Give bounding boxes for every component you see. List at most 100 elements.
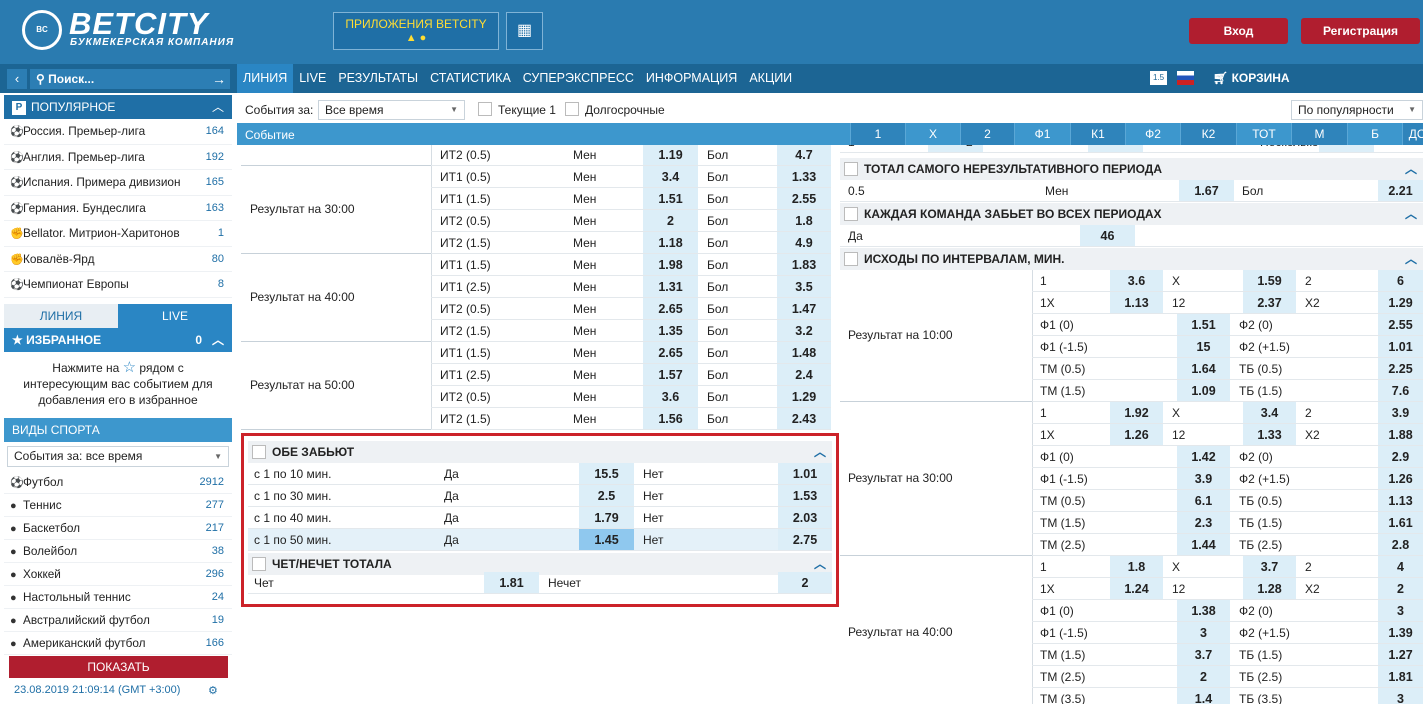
odds-column-header[interactable]: X: [905, 123, 960, 145]
outcome-odds[interactable]: 1.26: [1110, 424, 1163, 445]
chevron-up-icon[interactable]: ︿: [1405, 158, 1417, 180]
over-odds[interactable]: 1.48: [777, 342, 831, 363]
outcome-odds[interactable]: 7.6: [1378, 380, 1423, 401]
outcome-odds[interactable]: 2.8: [1378, 534, 1423, 555]
outcome-odds[interactable]: 3: [1378, 600, 1423, 621]
outcome-odds[interactable]: 2.9: [1378, 446, 1423, 467]
register-button[interactable]: Регистрация: [1301, 18, 1420, 44]
outcome-odds[interactable]: 3.9: [1177, 468, 1230, 489]
total-no-result-header-checkbox[interactable]: [844, 162, 858, 176]
chevron-up-icon[interactable]: ︿: [212, 95, 224, 119]
odds-column-header[interactable]: Ф1: [1014, 123, 1070, 145]
outcome-odds[interactable]: 1.92: [1110, 402, 1163, 423]
outcome-odds[interactable]: 1.8: [1110, 556, 1163, 577]
yes-odds[interactable]: 1.45: [579, 529, 634, 550]
popular-item[interactable]: ⚽Англия. Премьер-лига 192: [4, 145, 232, 170]
sport-item[interactable]: ● Волейбол 38: [4, 540, 232, 563]
odds-column-header[interactable]: ТОТ: [1236, 123, 1291, 145]
calculator-button[interactable]: ▦: [506, 12, 543, 50]
outcome-odds[interactable]: 1.13: [1378, 490, 1423, 511]
outcome-odds[interactable]: 1.29: [1378, 292, 1423, 313]
yes-odds[interactable]: 2.5: [579, 485, 634, 506]
sort-select[interactable]: По популярности ▼: [1291, 100, 1423, 120]
no-odds[interactable]: 2.75: [778, 529, 832, 550]
each-team-header-checkbox[interactable]: [844, 207, 858, 221]
chevron-up-icon[interactable]: ︿: [1405, 203, 1417, 225]
outcome-odds[interactable]: 1.09: [1177, 380, 1230, 401]
yes-odds[interactable]: 1.79: [579, 507, 634, 528]
under-odds[interactable]: 1.56: [643, 408, 698, 429]
popular-header[interactable]: P ПОПУЛЯРНОЕ ︿: [4, 95, 232, 119]
odds-column-header[interactable]: 2: [960, 123, 1014, 145]
chevron-up-icon[interactable]: ︿: [1405, 248, 1417, 270]
tab-superexpress[interactable]: СУПЕРЭКСПРЕСС: [517, 64, 640, 93]
under-odds[interactable]: 2.65: [643, 342, 698, 363]
even-odds[interactable]: 1.81: [484, 572, 539, 593]
under-odds[interactable]: 1.98: [643, 254, 698, 275]
both-score-checkbox[interactable]: [252, 445, 266, 459]
over-odds[interactable]: 1.47: [777, 298, 831, 319]
outcome-odds[interactable]: 2: [1378, 578, 1423, 599]
under-odds[interactable]: 1.35: [643, 320, 698, 341]
outcome-odds[interactable]: 1.42: [1177, 446, 1230, 467]
outcome-odds[interactable]: 6.1: [1177, 490, 1230, 511]
odds-column-header[interactable]: Б: [1347, 123, 1402, 145]
tab-info[interactable]: ИНФОРМАЦИЯ: [640, 64, 743, 93]
outcome-odds[interactable]: 1.27: [1378, 644, 1423, 665]
yes-odds[interactable]: 46: [1080, 225, 1135, 246]
sport-item[interactable]: ● Баскетбол 217: [4, 517, 232, 540]
popular-item[interactable]: ✊Bellator. Митрион-Харитонов 1: [4, 221, 232, 247]
sport-item[interactable]: ⚽Футбол 2912: [4, 471, 232, 494]
under-odds[interactable]: 1.67: [1179, 180, 1234, 201]
each-team-header[interactable]: КАЖДАЯ КОМАНДА ЗАБЬЕТ ВО ВСЕХ ПЕРИОДАХ ︿: [840, 203, 1423, 225]
tab-statistics[interactable]: СТАТИСТИКА: [424, 64, 517, 93]
outcome-odds[interactable]: 1.24: [1110, 578, 1163, 599]
collapse-sidebar-button[interactable]: ‹: [7, 69, 27, 89]
over-odds[interactable]: 4.9: [777, 232, 831, 253]
outcome-odds[interactable]: 3: [1378, 688, 1423, 704]
over-odds[interactable]: 4.7: [777, 145, 831, 165]
over-odds[interactable]: 1.8: [777, 210, 831, 231]
login-button[interactable]: Вход: [1189, 18, 1288, 44]
over-odds[interactable]: 2.55: [777, 188, 831, 209]
sports-header[interactable]: ВИДЫ СПОРТА: [4, 417, 232, 442]
under-odds[interactable]: 1.57: [643, 364, 698, 385]
outcome-odds[interactable]: 2.55: [1378, 314, 1423, 335]
under-odds[interactable]: 3.4: [643, 166, 698, 187]
tab-live[interactable]: LIVE: [293, 64, 332, 93]
partial-odds[interactable]: [1088, 145, 1143, 152]
odd-even-checkbox[interactable]: [252, 557, 266, 571]
outcome-odds[interactable]: 3.4: [1243, 402, 1296, 423]
switch-line[interactable]: ЛИНИЯ: [4, 303, 118, 328]
outcome-odds[interactable]: 2: [1177, 666, 1230, 687]
odds-column-header[interactable]: ДО: [1402, 123, 1423, 145]
outcome-odds[interactable]: 1.33: [1243, 424, 1296, 445]
tab-line[interactable]: ЛИНИЯ: [237, 64, 294, 93]
outcome-odds[interactable]: 6: [1378, 270, 1423, 291]
outcome-odds[interactable]: 1.61: [1378, 512, 1423, 533]
outcome-odds[interactable]: 1.38: [1177, 600, 1230, 621]
under-odds[interactable]: 2.65: [643, 298, 698, 319]
outcome-odds[interactable]: 1.39: [1378, 622, 1423, 643]
russia-flag-icon[interactable]: [1177, 71, 1194, 85]
outcome-odds[interactable]: 1.64: [1177, 358, 1230, 379]
both-score-header[interactable]: ОБЕ ЗАБЬЮТ ︿: [248, 441, 832, 463]
outcome-odds[interactable]: 1.59: [1243, 270, 1296, 291]
over-odds[interactable]: 3.5: [777, 276, 831, 297]
no-odds[interactable]: 1.53: [778, 485, 832, 506]
outcome-odds[interactable]: 3.9: [1378, 402, 1423, 423]
no-odds[interactable]: 2.03: [778, 507, 832, 528]
over-odds[interactable]: 1.29: [777, 386, 831, 407]
outcome-odds[interactable]: 3.7: [1243, 556, 1296, 577]
sport-item[interactable]: ● Настольный теннис 24: [4, 586, 232, 609]
outcome-odds[interactable]: 1.13: [1110, 292, 1163, 313]
chevron-up-icon[interactable]: ︿: [814, 441, 826, 463]
popular-item[interactable]: ⚽Россия. Премьер-лига 164: [4, 119, 232, 145]
under-odds[interactable]: 3.6: [643, 386, 698, 407]
period-select[interactable]: Все время ▼: [318, 100, 465, 120]
current-checkbox[interactable]: [478, 102, 492, 116]
sport-item[interactable]: ● Американский футбол 166: [4, 632, 232, 655]
partial-odds[interactable]: [928, 145, 983, 152]
outcome-odds[interactable]: 1.26: [1378, 468, 1423, 489]
under-odds[interactable]: 1.19: [643, 145, 698, 165]
